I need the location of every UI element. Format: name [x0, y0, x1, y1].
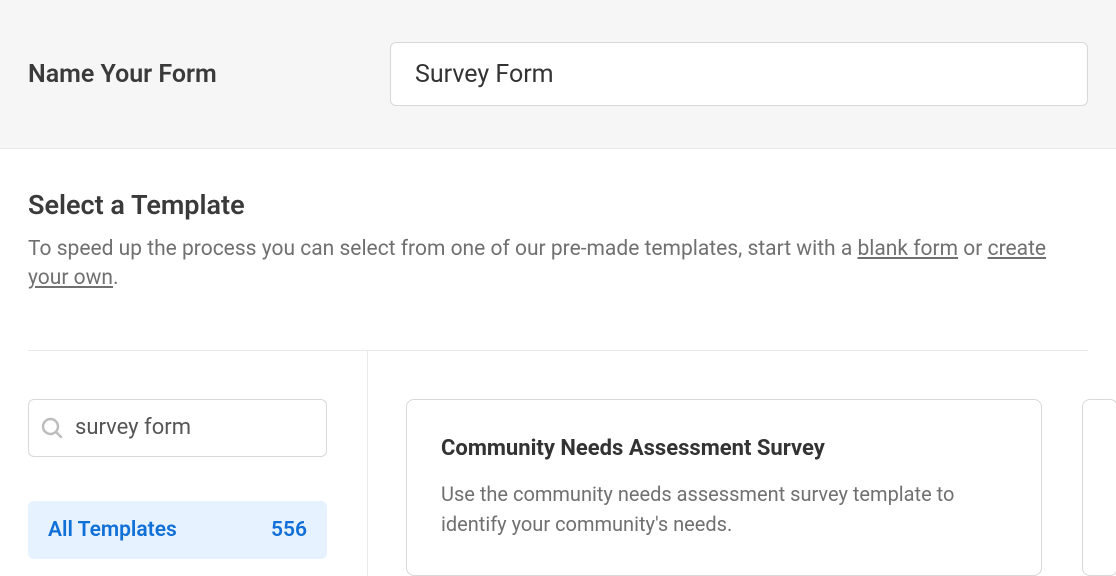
templates-grid: Community Needs Assessment Survey Use th… — [368, 399, 1116, 576]
template-card-community-needs[interactable]: Community Needs Assessment Survey Use th… — [406, 399, 1042, 576]
template-description: Use the community needs assessment surve… — [441, 479, 1007, 539]
category-all-templates[interactable]: All Templates 556 — [28, 501, 327, 559]
blank-form-link[interactable]: blank form — [857, 237, 958, 261]
select-template-title: Select a Template — [28, 189, 1088, 221]
template-content: All Templates 556 Community Needs Assess… — [28, 350, 1088, 576]
category-count: 556 — [271, 518, 307, 542]
form-name-header: Name Your Form — [0, 0, 1116, 149]
subtitle-text-post: . — [113, 266, 119, 290]
form-name-input[interactable] — [390, 42, 1088, 106]
template-card-partial[interactable]: I — [1082, 399, 1116, 576]
template-sidebar: All Templates 556 — [28, 351, 368, 576]
template-search-input[interactable] — [28, 399, 327, 457]
main-content: Select a Template To speed up the proces… — [0, 149, 1116, 576]
search-wrapper — [28, 399, 327, 457]
form-name-label: Name Your Form — [28, 60, 390, 89]
subtitle-text-pre: To speed up the process you can select f… — [28, 237, 857, 261]
search-icon — [40, 416, 64, 440]
template-title: Community Needs Assessment Survey — [441, 436, 1007, 461]
subtitle-text-mid: or — [958, 237, 988, 261]
select-template-subtitle: To speed up the process you can select f… — [28, 235, 1088, 294]
category-label: All Templates — [48, 518, 177, 542]
